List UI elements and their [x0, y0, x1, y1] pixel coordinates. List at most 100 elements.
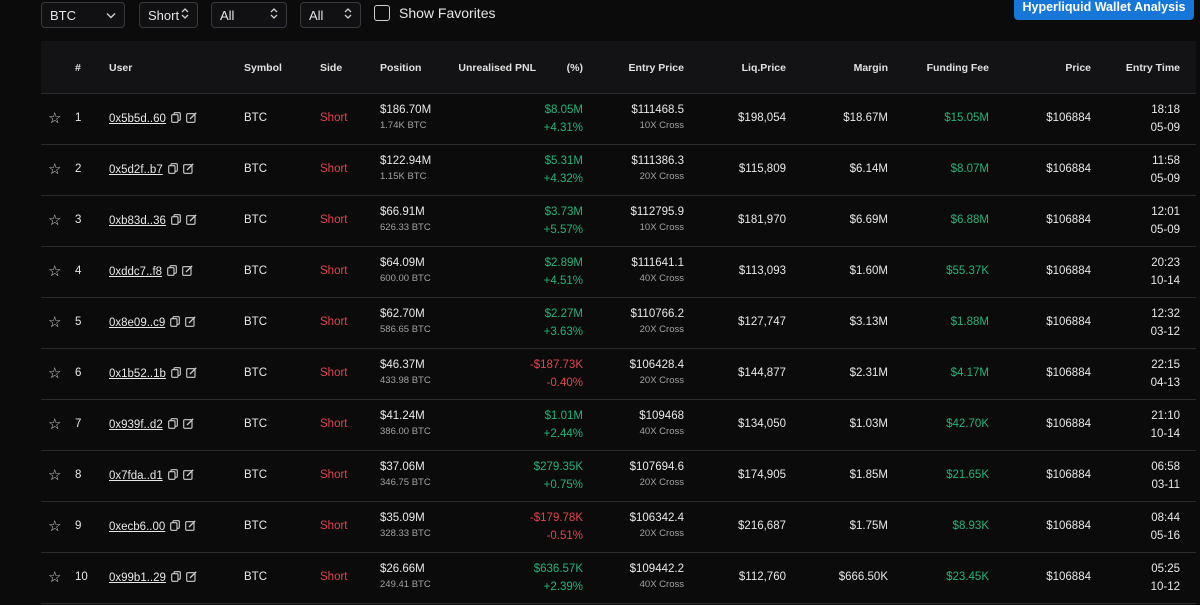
position-size: 386.00 BTC — [380, 426, 431, 437]
star-icon[interactable]: ☆ — [48, 111, 61, 126]
edit-icon[interactable] — [186, 367, 197, 381]
entry-cell: $111386.3 20X Cross — [631, 155, 684, 182]
position-cell: $64.09M 600.00 BTC — [380, 257, 431, 284]
user-address-link[interactable]: 0x8e09..c9 — [109, 317, 165, 329]
star-icon[interactable]: ☆ — [48, 213, 61, 228]
position-value: $37.06M — [380, 461, 425, 473]
copy-icon[interactable] — [167, 469, 178, 483]
edit-icon[interactable] — [182, 163, 194, 177]
symbol-select[interactable]: BTC — [41, 2, 125, 28]
checkbox[interactable] — [374, 5, 390, 21]
position-cell: $186.70M 1.74K BTC — [380, 104, 431, 131]
user-address-link[interactable]: 0xb83d..36 — [109, 215, 166, 227]
edit-icon[interactable] — [182, 265, 193, 279]
side: Short — [320, 316, 348, 328]
entry-time-cell: 05:25 10-12 — [1151, 560, 1180, 596]
copy-icon[interactable] — [167, 265, 177, 279]
col-entry-price: Entry Price — [628, 62, 684, 74]
unrealised-pnl: $2.89M — [544, 257, 583, 269]
entry-time-cell: 08:44 05-16 — [1151, 509, 1180, 545]
edit-icon[interactable] — [186, 112, 197, 126]
edit-icon[interactable] — [182, 418, 194, 432]
copy-icon[interactable] — [171, 367, 181, 381]
unrealised-pnl: $3.73M — [544, 206, 583, 218]
side: Short — [320, 469, 348, 481]
row-index: 1 — [75, 112, 82, 124]
star-icon[interactable]: ☆ — [48, 162, 61, 177]
table-row[interactable]: ☆ 3 0xb83d..36 BTC Short $66.91M 626.33 … — [41, 196, 1196, 247]
price: $106884 — [1046, 265, 1091, 277]
col-funding-fee: Funding Fee — [926, 62, 989, 74]
entry-time: 18:18 — [1151, 104, 1180, 116]
edit-icon[interactable] — [185, 520, 196, 534]
table-row[interactable]: ☆ 9 0xecb6..00 BTC Short $35.09M 328.33 … — [41, 502, 1196, 553]
star-icon[interactable]: ☆ — [48, 315, 61, 330]
wallet-analysis-button[interactable]: Hyperliquid Wallet Analysis — [1014, 0, 1194, 20]
user-address-link[interactable]: 0xddc7..f8 — [109, 266, 162, 278]
show-favorites-toggle[interactable]: Show Favorites — [374, 5, 495, 21]
copy-icon[interactable] — [167, 418, 178, 432]
table-row[interactable]: ☆ 5 0x8e09..c9 BTC Short $62.70M 586.65 … — [41, 298, 1196, 349]
star-icon[interactable]: ☆ — [48, 468, 61, 483]
edit-icon[interactable] — [186, 571, 197, 585]
entry-date: 03-11 — [1151, 479, 1180, 491]
user-address-link[interactable]: 0x5d2f..b7 — [109, 164, 163, 176]
entry-time: 08:44 — [1151, 512, 1180, 524]
entry-price: $111386.3 — [631, 155, 684, 167]
liq-price: $198,054 — [738, 112, 786, 124]
table-row[interactable]: ☆ 6 0x1b52..1b BTC Short $46.37M 433.98 … — [41, 349, 1196, 400]
star-icon[interactable]: ☆ — [48, 417, 61, 432]
user-address-link[interactable]: 0x99b1..29 — [109, 572, 166, 584]
user-address-link[interactable]: 0x1b52..1b — [109, 368, 166, 380]
pnl-cell: $2.89M +4.51% — [544, 254, 583, 290]
symbol: BTC — [244, 367, 267, 379]
table-row[interactable]: ☆ 1 0x5b5d..60 BTC Short $186.70M 1.74K … — [41, 94, 1196, 145]
table-row[interactable]: ☆ 10 0x99b1..29 BTC Short $26.66M 249.41… — [41, 553, 1196, 604]
copy-icon[interactable] — [171, 112, 181, 126]
star-icon[interactable]: ☆ — [48, 519, 61, 534]
position-value: $41.24M — [380, 410, 425, 422]
star-icon[interactable]: ☆ — [48, 264, 61, 279]
filter4-select[interactable]: All — [300, 2, 361, 28]
entry-cell: $111641.1 40X Cross — [631, 257, 684, 284]
user-address-link[interactable]: 0x5b5d..60 — [109, 113, 166, 125]
entry-cell: $106428.4 20X Cross — [630, 359, 684, 386]
position-value: $26.66M — [380, 563, 425, 575]
table-row[interactable]: ☆ 2 0x5d2f..b7 BTC Short $122.94M 1.15K … — [41, 145, 1196, 196]
user-address-link[interactable]: 0xecb6..00 — [109, 521, 165, 533]
table-row[interactable]: ☆ 8 0x7fda..d1 BTC Short $37.06M 346.75 … — [41, 451, 1196, 502]
copy-icon[interactable] — [171, 214, 181, 228]
copy-icon[interactable] — [167, 163, 178, 177]
price: $106884 — [1046, 469, 1091, 481]
edit-icon[interactable] — [185, 316, 196, 330]
side: Short — [320, 214, 348, 226]
copy-icon[interactable] — [170, 316, 181, 330]
user-cell: 0xddc7..f8 — [109, 265, 193, 279]
symbol: BTC — [244, 265, 267, 277]
edit-icon[interactable] — [186, 214, 197, 228]
filter4-select-value: All — [309, 7, 324, 23]
pnl-percent: +4.51% — [543, 275, 583, 287]
star-icon[interactable]: ☆ — [48, 366, 61, 381]
price: $106884 — [1046, 163, 1091, 175]
user-cell: 0xb83d..36 — [109, 214, 197, 228]
copy-icon[interactable] — [170, 520, 181, 534]
col-user: User — [109, 62, 133, 74]
entry-price: $106428.4 — [629, 359, 684, 371]
table-row[interactable]: ☆ 7 0x939f..d2 BTC Short $41.24M 386.00 … — [41, 400, 1196, 451]
edit-icon[interactable] — [182, 469, 194, 483]
symbol-select-value: BTC — [50, 7, 76, 23]
col-num: # — [75, 62, 81, 74]
star-icon[interactable]: ☆ — [48, 570, 61, 585]
side-select[interactable]: Short — [139, 2, 198, 28]
copy-icon[interactable] — [171, 571, 181, 585]
table-row[interactable]: ☆ 4 0xddc7..f8 BTC Short $64.09M 600.00 … — [41, 247, 1196, 298]
position-size: 586.65 BTC — [380, 324, 431, 335]
filter3-select[interactable]: All — [211, 2, 287, 28]
user-address-link[interactable]: 0x7fda..d1 — [109, 470, 163, 482]
entry-date: 05-09 — [1150, 173, 1180, 185]
user-cell: 0x5d2f..b7 — [109, 163, 194, 177]
user-address-link[interactable]: 0x939f..d2 — [109, 419, 163, 431]
entry-price: $111641.1 — [631, 257, 684, 269]
pnl-percent: +4.31% — [543, 122, 583, 134]
